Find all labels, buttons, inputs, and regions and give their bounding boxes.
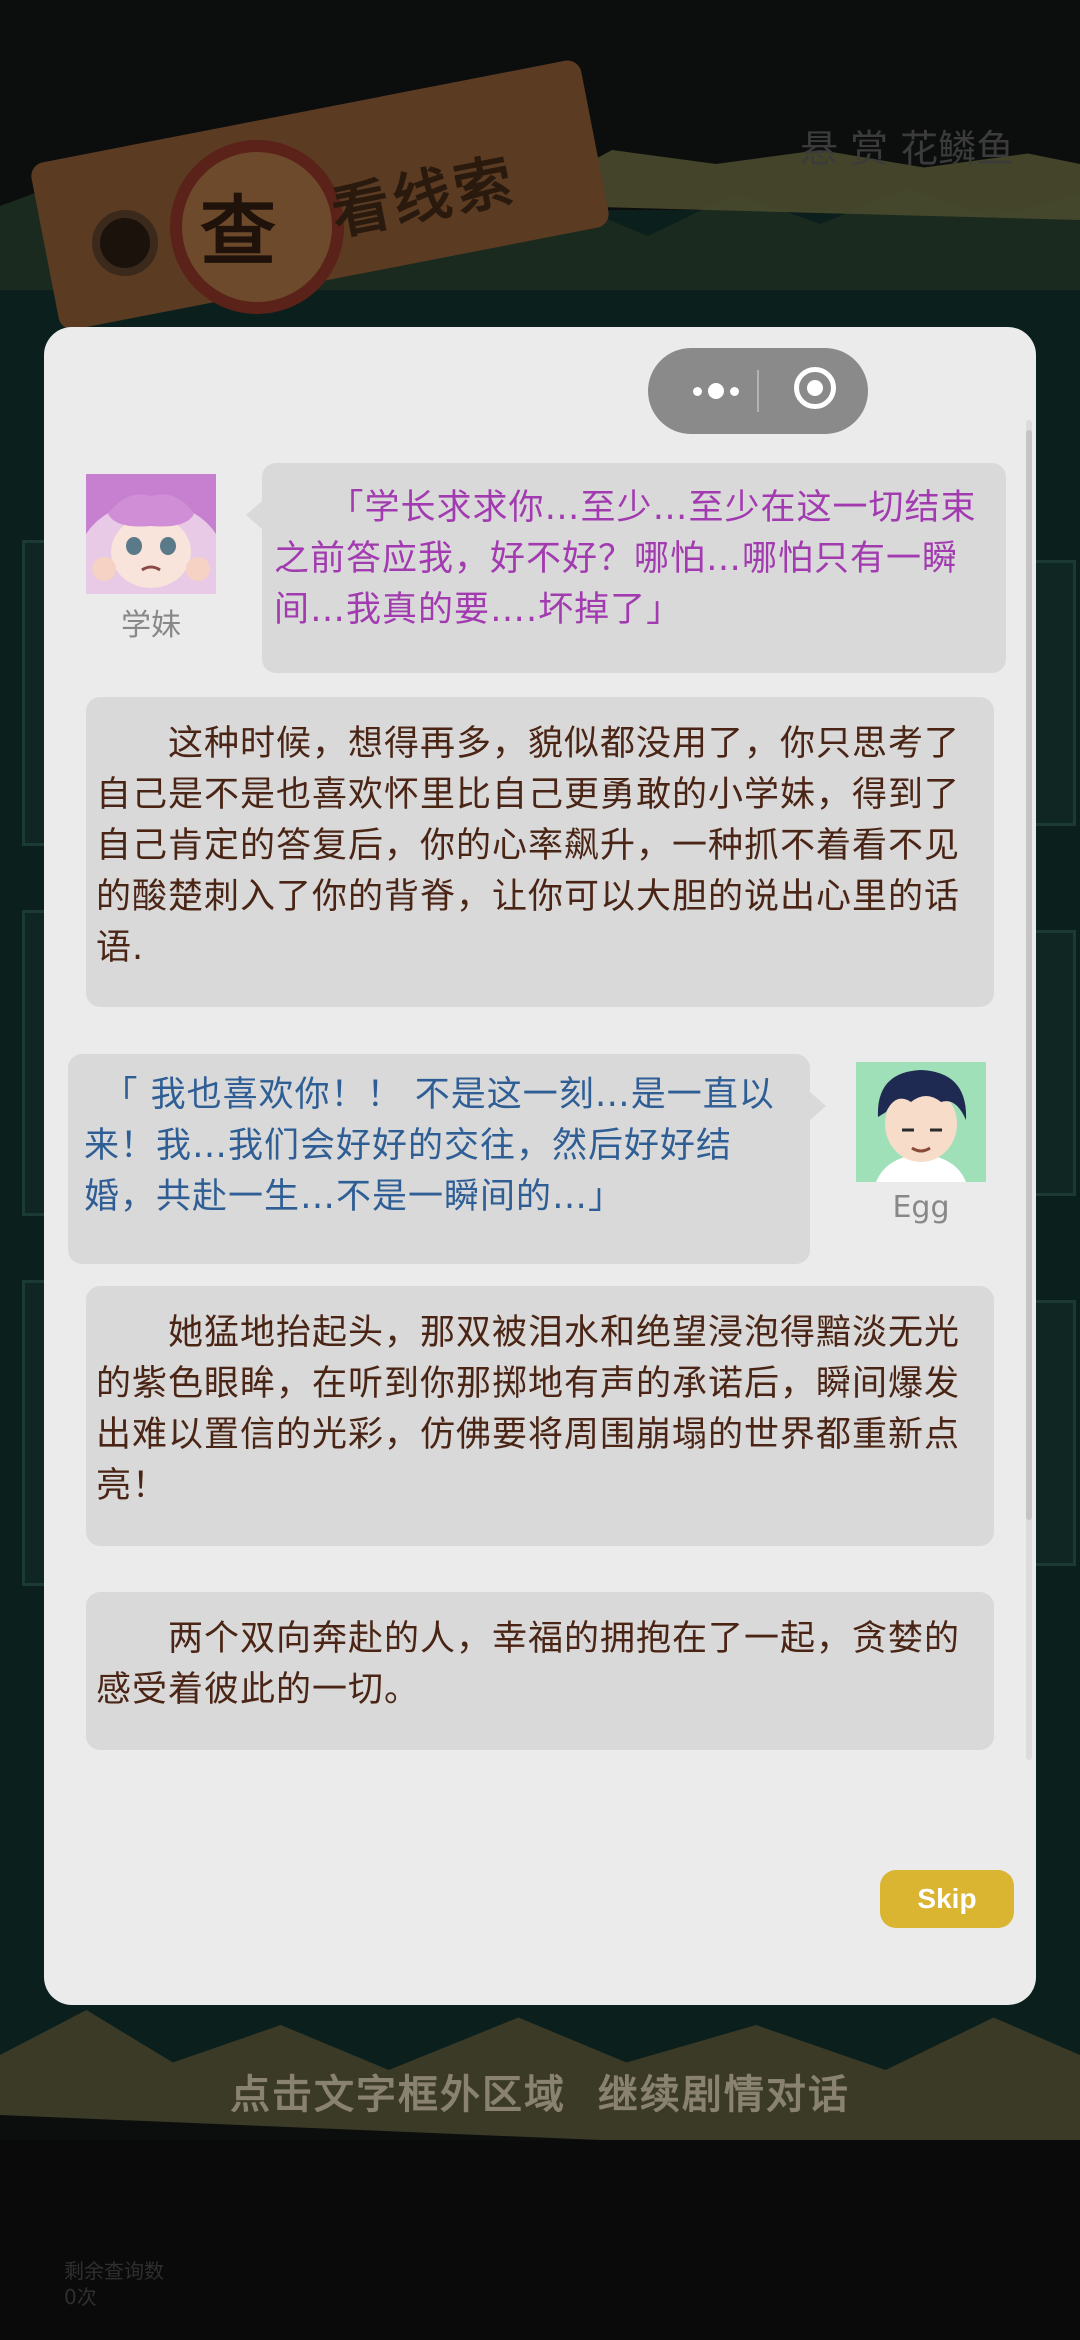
clue-tag-char: 查 — [200, 187, 276, 276]
dialog-bubble[interactable]: 「学长求求你…至少…至少在这一切结束之前答应我，好不好？哪怕…哪怕只有一瞬间…我… — [246, 463, 1006, 673]
side-card — [1030, 560, 1076, 826]
remaining-queries: 剩余查询数 0次 — [64, 2259, 164, 2309]
bottom-bar — [0, 2140, 1080, 2340]
bounty-header: 悬 赏 花鳞鱼 — [800, 127, 1015, 171]
narration-box[interactable]: 这种时候，想得再多，貌似都没用了，你只思考了自己是不是也喜欢怀里比自己更勇敢的小… — [86, 697, 994, 1007]
capsule-divider — [757, 370, 759, 412]
avatar-egg — [856, 1062, 986, 1182]
side-card — [1030, 1300, 1076, 1566]
skip-button[interactable]: Skip — [880, 1870, 1014, 1928]
mini-program-capsule — [648, 348, 868, 434]
speaker-name: 学妹 — [121, 608, 181, 643]
narration-box[interactable]: 她猛地抬起头，那双被泪水和绝望浸泡得黯淡无光的紫色眼眸，在听到你那掷地有声的承诺… — [86, 1286, 994, 1546]
tag-hole — [92, 210, 158, 276]
continue-hint[interactable]: 点击文字框外区域 继续剧情对话 — [0, 2062, 1080, 2120]
narration-box[interactable]: 两个双向奔赴的人，幸福的拥抱在了一起，贪婪的感受着彼此的一切。 — [86, 1592, 994, 1750]
dialog-text: 「 我也喜欢你！！ 不是这一刻…是一直以来！我…我们会好好的交往，然后好好结婚，… — [84, 1075, 775, 1217]
scrollbar-thumb[interactable] — [1026, 430, 1032, 1520]
narration-text: 她猛地抬起头，那双被泪水和绝望浸泡得黯淡无光的紫色眼眸，在听到你那掷地有声的承诺… — [96, 1313, 961, 1506]
avatar-junior-girl — [86, 474, 216, 594]
dialog-bubble[interactable]: 「 我也喜欢你！！ 不是这一刻…是一直以来！我…我们会好好的交往，然后好好结婚，… — [68, 1054, 826, 1264]
narration-text: 两个双向奔赴的人，幸福的拥抱在了一起，贪婪的感受着彼此的一切。 — [96, 1619, 961, 1710]
speaker-name: Egg — [892, 1190, 950, 1225]
dialog-text: 「学长求求你…至少…至少在这一切结束之前答应我，好不好？哪怕…哪怕只有一瞬间…我… — [274, 488, 977, 630]
more-dots-icon[interactable] — [676, 374, 756, 408]
narration-text: 这种时候，想得再多，貌似都没用了，你只思考了自己是不是也喜欢怀里比自己更勇敢的小… — [96, 724, 961, 968]
target-circle-icon[interactable] — [794, 367, 836, 409]
side-card — [1030, 930, 1076, 1196]
